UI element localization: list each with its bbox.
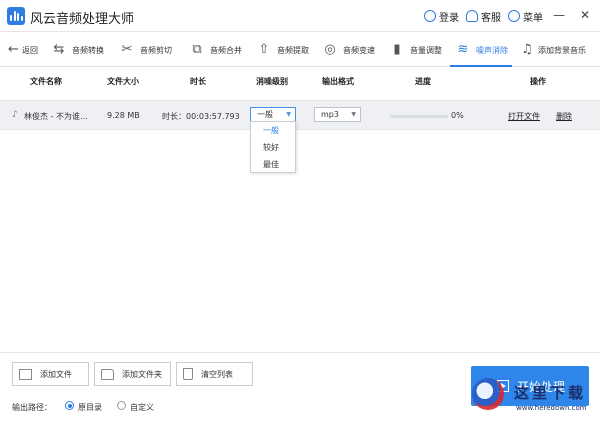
noise-option-normal[interactable]: 一般 <box>263 125 279 136</box>
folder-icon <box>101 368 114 380</box>
trash-icon <box>183 368 193 380</box>
col-actions: 操作 <box>530 77 546 86</box>
tool-add-background-music[interactable]: ♫ 添加背景音乐 <box>520 33 586 67</box>
volume-bars-icon: ▮ <box>393 42 401 57</box>
tool-audio-convert[interactable]: ⇆ 音频转换 <box>52 33 104 67</box>
watermark-logo-icon <box>472 378 504 410</box>
headset-icon <box>466 10 478 22</box>
extract-icon: ⇧ <box>258 42 270 57</box>
service-button[interactable]: 客服 <box>466 8 501 24</box>
add-file-button[interactable]: 添加文件 <box>12 362 89 386</box>
col-file-name: 文件名称 <box>30 77 62 86</box>
dropdown-arrow-icon: ▼ <box>351 111 356 118</box>
noise-wave-icon: ≋ <box>457 42 469 57</box>
audio-file-icon: ♪ <box>12 110 18 120</box>
convert-icon: ⇆ <box>53 42 65 57</box>
noise-level-select[interactable]: 一般 ▼ <box>250 107 296 122</box>
music-note-icon: ♫ <box>521 42 533 57</box>
noise-level-dropdown: 一般 较好 最佳 <box>250 121 296 173</box>
title-bar: 风云音频处理大师 登录 客服 菜单 — ✕ <box>0 0 600 32</box>
close-button[interactable]: ✕ <box>578 8 592 22</box>
watermark: 这里下载 www.heredown.com <box>470 376 600 424</box>
watermark-text: 这里下载 <box>514 384 587 402</box>
divider <box>0 352 600 353</box>
noise-option-best[interactable]: 最佳 <box>263 159 279 170</box>
app-title: 风云音频处理大师 <box>30 12 135 27</box>
table-row[interactable]: ♪ 林俊杰 - 不为谁... 9.28 MB 时长：00:03:57.793 一… <box>0 100 600 130</box>
tool-volume-adjust[interactable]: ▮ 音量调整 <box>390 33 442 67</box>
radio-original-dir[interactable] <box>65 401 74 410</box>
watermark-url: www.heredown.com <box>516 404 587 412</box>
output-format-select[interactable]: mp3 ▼ <box>314 107 361 122</box>
noise-option-better[interactable]: 较好 <box>263 142 279 153</box>
col-duration: 时长 <box>190 77 206 86</box>
back-button[interactable]: ← 返回 <box>8 33 38 67</box>
user-icon <box>424 10 436 22</box>
merge-icon: ⧉ <box>192 42 202 57</box>
tool-audio-merge[interactable]: ⧉ 音频合并 <box>190 33 242 67</box>
file-size: 9.28 MB <box>107 111 140 120</box>
toolbar: ← 返回 ⇆ 音频转换 ✂ 音频剪切 ⧉ 音频合并 ⇧ 音频提取 ◎ 音频变速 … <box>0 33 600 67</box>
tool-noise-removal[interactable]: ≋ 噪声消除 <box>450 33 512 67</box>
tool-audio-cut[interactable]: ✂ 音频剪切 <box>120 33 172 67</box>
app-logo-icon <box>7 7 25 25</box>
output-path-label: 输出路径： <box>12 403 52 412</box>
tool-audio-speed[interactable]: ◎ 音频变速 <box>323 33 375 67</box>
col-file-size: 文件大小 <box>107 77 139 86</box>
dropdown-arrow-icon: ▼ <box>286 111 291 118</box>
tool-audio-extract[interactable]: ⇧ 音频提取 <box>257 33 309 67</box>
minimize-button[interactable]: — <box>552 8 566 22</box>
radio-original-label: 原目录 <box>78 403 102 412</box>
radio-custom-dir[interactable] <box>117 401 126 410</box>
progress-text: 0% <box>451 111 464 120</box>
open-file-link[interactable]: 打开文件 <box>508 111 540 122</box>
col-output-format: 输出格式 <box>322 77 354 86</box>
table-header: 文件名称 文件大小 时长 消噪级别 输出格式 进度 操作 <box>0 76 600 90</box>
delete-link[interactable]: 删除 <box>556 111 572 122</box>
add-file-icon <box>19 368 32 380</box>
menu-button[interactable]: 菜单 <box>508 8 543 24</box>
scissors-icon: ✂ <box>121 42 133 57</box>
speed-icon: ◎ <box>324 42 336 57</box>
login-button[interactable]: 登录 <box>424 8 459 24</box>
col-noise-level: 消噪级别 <box>256 77 288 86</box>
col-progress: 进度 <box>415 77 431 86</box>
progress-bar <box>390 115 448 118</box>
clear-list-button[interactable]: 清空列表 <box>176 362 253 386</box>
add-folder-button[interactable]: 添加文件夹 <box>94 362 171 386</box>
menu-icon <box>508 10 520 22</box>
file-name: 林俊杰 - 不为谁... <box>24 112 88 121</box>
radio-custom-label: 自定义 <box>130 403 154 412</box>
file-duration: 时长：00:03:57.793 <box>162 112 240 121</box>
back-arrow-icon: ← <box>8 42 19 57</box>
